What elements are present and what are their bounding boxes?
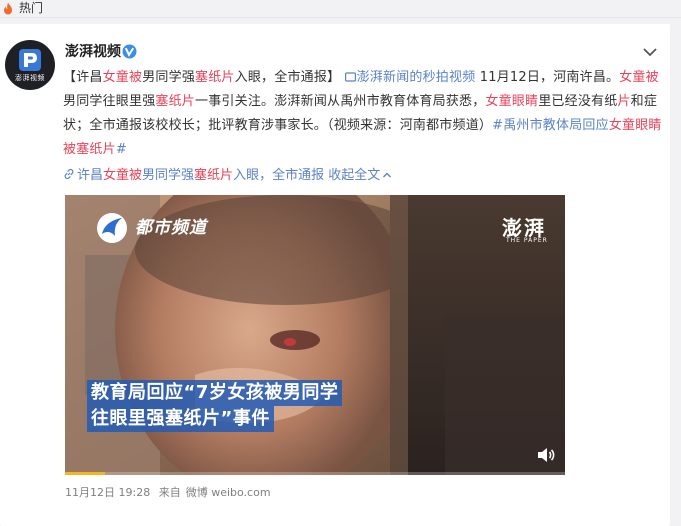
avatar[interactable]: 澎湃视频 [5,40,55,90]
chevron-down-icon[interactable] [642,46,658,58]
fire-icon [4,2,12,15]
keyword-highlight: 女童被 [619,70,659,85]
article-link-text: 许昌 [77,168,104,183]
verified-icon [122,44,137,59]
post-source[interactable]: 微博 weibo.com [186,486,271,499]
video-player[interactable]: 都市频道 澎湃 THE PAPER 教育局回应“7岁女孩被男同学 往眼里强塞纸片… [65,195,565,475]
article-link-keyword: 女童被 [103,168,143,183]
thepaper-logo-icon [19,49,41,71]
video-source-link[interactable]: 澎湃新闻的秒拍视频 [344,70,476,85]
hashtag-end: # [115,142,127,157]
hot-tab-label[interactable]: 热门 [19,0,43,16]
video-caption-line2: 往眼里强塞纸片”事件 [87,406,274,432]
thepaper-watermark-sub: THE PAPER [506,237,548,244]
post-text: 【许昌女童被男同学强塞纸片入眼，全市通报】 澎湃新闻的秒拍视频 11月12日，河… [63,66,663,162]
article-link-text: 男同学强 [142,168,195,183]
link-icon [64,168,74,180]
article-link[interactable]: 许昌女童被男同学强塞纸片入眼，全市通报 收起全文 [63,166,392,186]
keyword-highlight: 女童被 [102,70,143,85]
video-progress-fill [65,472,105,475]
video-source-label: 澎湃新闻的秒拍视频 [356,70,476,85]
collapse-text-button[interactable]: 收起全文 [328,168,392,183]
article-link-text: 入眼，全市通报 [233,168,325,183]
post-text-segment: 11月12日，河南许昌。 [475,70,620,85]
video-caption-line1: 教育局回应“7岁女孩被男同学 [87,380,343,406]
volume-icon[interactable] [536,446,556,464]
post-source-prefix: 来自 [158,486,181,499]
article-link-keyword: 塞纸片 [194,168,234,183]
hashtag-part: #禹州市教体局回应 [492,118,609,133]
keyword-highlight: 女童眼睛 [485,94,539,109]
chevron-up-icon [383,172,392,178]
avatar-caption: 澎湃视频 [15,74,45,82]
video-icon [344,72,356,82]
post-text-segment: 男同学强 [142,70,196,85]
post-text-segment: 男同学往眼里强 [63,94,156,109]
keyword-highlight: 塞纸片 [155,94,196,109]
collapse-text-label: 收起全文 [328,168,381,183]
username[interactable]: 澎湃视频 [65,43,121,61]
post-timestamp[interactable]: 11月12日 19:28 [65,486,150,499]
keyword-highlight: 塞纸片 [195,70,235,85]
channel-logo-text: 都市频道 [135,218,207,238]
post-text-segment: 【许昌 [63,70,103,85]
post-text-segment: 里已经没有纸 [538,94,618,109]
hot-tab-header: 热门 [0,0,681,18]
post-meta: 11月12日 19:28 来自 微博 weibo.com [65,485,276,501]
weibo-post-card: 澎湃视频 澎湃视频 【许昌女童被男同学强塞纸片入眼，全市通报】 澎湃新闻的秒拍视… [0,24,670,526]
post-text-segment: 一事引关注。澎湃新闻从禹州市教育体育局获悉， [195,94,486,109]
keyword-highlight: 片 [617,94,631,109]
post-text-segment: 入眼，全市通报】 [234,70,341,85]
video-progress-bar[interactable] [65,472,565,475]
